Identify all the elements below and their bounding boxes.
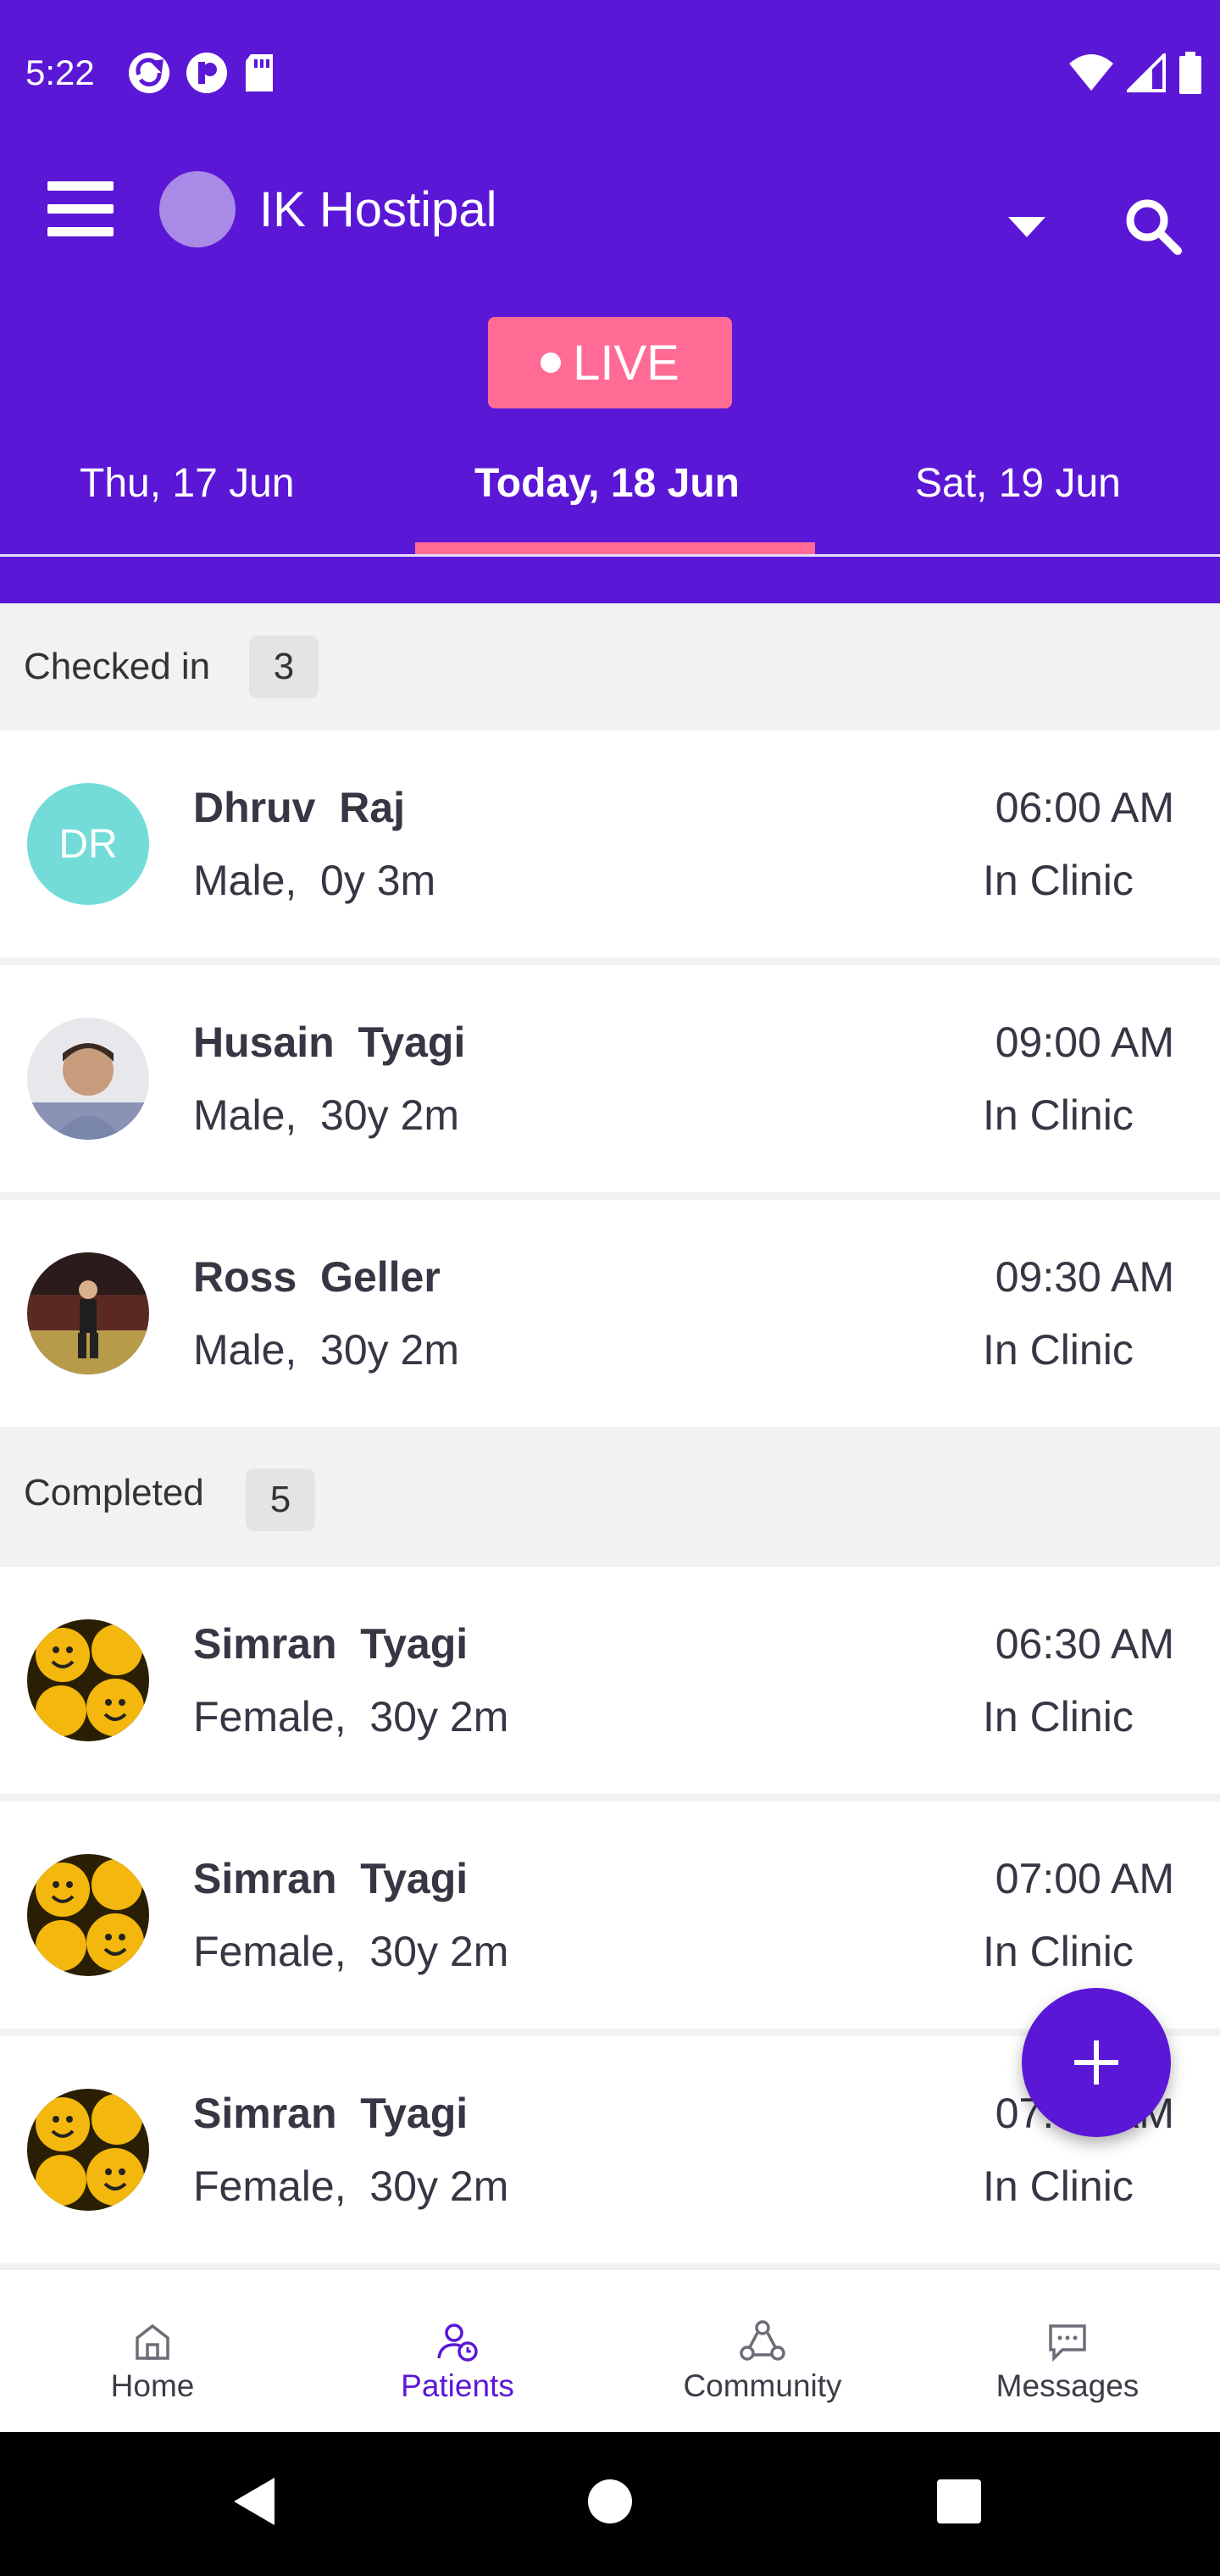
tab-next-date[interactable]: Sat, 19 Jun: [915, 454, 1121, 514]
patient-name: Simran Tyagi: [193, 1620, 469, 1668]
avatar: [27, 1252, 149, 1374]
appointment-time: 09:30 AM: [995, 1253, 1174, 1301]
section-header-checked-in: Checked in 3: [0, 603, 1220, 730]
patient-info: Female, 30y 2m: [193, 2162, 509, 2210]
nav-label: Community: [683, 2368, 842, 2403]
nav-messages[interactable]: Messages: [915, 2270, 1220, 2434]
home-circle-icon[interactable]: [585, 2476, 635, 2527]
appointment-location: In Clinic: [983, 857, 1134, 904]
recents-icon[interactable]: [935, 2478, 983, 2525]
smiley-faces-icon: [27, 1854, 149, 1976]
patient-info: Male, 0y 3m: [193, 857, 436, 904]
appointment-location: In Clinic: [983, 2162, 1134, 2210]
section-header-completed: Completed 5: [0, 1435, 1220, 1567]
home-icon: [136, 2323, 169, 2360]
patient-row[interactable]: Ross Geller Male, 30y 2m 09:30 AM In Cli…: [0, 1200, 1220, 1435]
nav-label: Home: [110, 2368, 195, 2403]
bottom-nav: Home Patients Community Messages: [0, 2268, 1220, 2434]
patient-row[interactable]: Husain Tyagi Male, 30y 2m 09:00 AM In Cl…: [0, 965, 1220, 1200]
community-icon: [740, 2320, 785, 2361]
nav-label: Messages: [995, 2368, 1140, 2403]
patient-info: Female, 30y 2m: [193, 1928, 509, 1975]
count-badge: 3: [249, 636, 319, 698]
person-photo-icon: [27, 1018, 149, 1140]
patient-row[interactable]: Simran Tyagi Female, 30y 2m 06:30 AM In …: [0, 1567, 1220, 1802]
patient-name: Dhruv Raj: [193, 784, 406, 831]
hospital-name[interactable]: IK Hostipal: [259, 181, 496, 239]
live-label: LIVE: [573, 335, 679, 391]
status-time: 5:22: [25, 53, 95, 92]
menu-button[interactable]: [47, 181, 115, 237]
hospital-avatar[interactable]: [159, 171, 236, 247]
status-system-icons: [1068, 47, 1203, 98]
appointment-time: 06:00 AM: [995, 784, 1174, 831]
plus-icon: [1074, 2040, 1118, 2085]
patient-info: Male, 30y 2m: [193, 1091, 460, 1139]
status-notification-icons: [127, 47, 276, 98]
tab-prev-date[interactable]: Thu, 17 Jun: [80, 454, 295, 514]
sync-app-icon: [129, 53, 169, 93]
person-photo-icon: [27, 1252, 149, 1374]
system-navigation-bar: [0, 2432, 1220, 2576]
patient-name: Ross Geller: [193, 1253, 441, 1301]
hospital-dropdown-button[interactable]: [1003, 208, 1051, 242]
avatar: [27, 1854, 149, 1976]
live-badge[interactable]: LIVE: [488, 317, 732, 408]
appointment-location: In Clinic: [983, 1091, 1134, 1139]
active-tab-indicator: [415, 542, 815, 554]
appointment-location: In Clinic: [983, 1693, 1134, 1740]
sd-card-icon: [246, 54, 273, 92]
chevron-down-icon: [1008, 217, 1045, 237]
count-badge: 5: [246, 1468, 315, 1531]
appointment-time: 07:00 AM: [995, 1855, 1174, 1902]
patient-row[interactable]: DR Dhruv Raj Male, 0y 3m 06:00 AM In Cli…: [0, 730, 1220, 965]
battery-icon: [1179, 52, 1201, 94]
patient-row[interactable]: Simran Tyagi Female, 30y 2m 07:00 AM In …: [0, 1802, 1220, 2036]
search-icon: [1126, 199, 1182, 255]
patients-icon: [437, 2323, 478, 2362]
avatar: [27, 1018, 149, 1140]
appointment-time: 09:00 AM: [995, 1019, 1174, 1066]
tab-divider: [0, 554, 1220, 557]
appointment-location: In Clinic: [983, 1928, 1134, 1975]
nav-label: Patients: [401, 2368, 514, 2403]
smiley-faces-icon: [27, 1619, 149, 1741]
avatar: DR: [27, 783, 149, 905]
wifi-icon: [1069, 54, 1113, 91]
appointment-time: 06:30 AM: [995, 1620, 1174, 1668]
tab-today[interactable]: Today, 18 Jun: [474, 454, 740, 514]
add-patient-button[interactable]: [1022, 1988, 1171, 2137]
app-notification-icon: [186, 53, 227, 93]
avatar: [27, 1619, 149, 1741]
messages-icon: [1049, 2324, 1086, 2362]
section-label: Completed: [24, 1472, 204, 1513]
cellular-signal-icon: [1127, 53, 1166, 92]
patient-info: Male, 30y 2m: [193, 1326, 460, 1374]
nav-home[interactable]: Home: [0, 2270, 305, 2434]
patient-name: Simran Tyagi: [193, 1855, 469, 1902]
live-dot-icon: [541, 353, 562, 373]
back-icon[interactable]: [229, 2474, 280, 2529]
search-button[interactable]: [1118, 192, 1186, 259]
patient-name: Simran Tyagi: [193, 2090, 469, 2137]
smiley-faces-icon: [27, 2089, 149, 2211]
patient-info: Female, 30y 2m: [193, 1693, 509, 1740]
nav-community[interactable]: Community: [610, 2270, 915, 2434]
section-label: Checked in: [24, 646, 211, 687]
nav-patients[interactable]: Patients: [305, 2270, 610, 2434]
avatar: [27, 2089, 149, 2211]
appointment-location: In Clinic: [983, 1326, 1134, 1374]
patient-name: Husain Tyagi: [193, 1019, 466, 1066]
